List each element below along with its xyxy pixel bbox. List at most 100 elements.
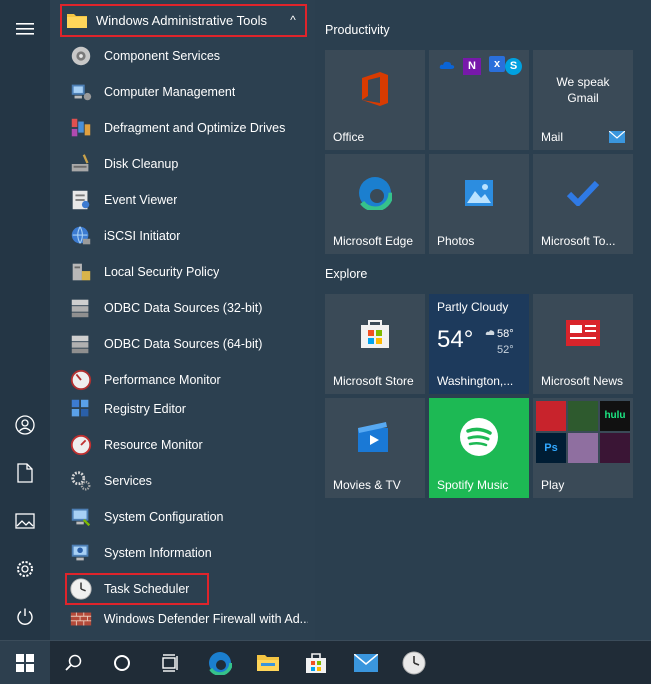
power-icon bbox=[17, 608, 33, 625]
movies-tv-tile[interactable]: Movies & TV bbox=[325, 398, 425, 498]
spotify-icon bbox=[460, 418, 498, 456]
pictures-button[interactable] bbox=[0, 498, 50, 544]
app-list-item-label: Local Security Policy bbox=[104, 265, 220, 279]
app-list-item[interactable]: Disk Cleanup bbox=[68, 146, 308, 182]
performance-monitor-icon bbox=[68, 367, 94, 393]
app-list-item-label: System Configuration bbox=[104, 510, 224, 524]
edge-label: Microsoft Edge bbox=[333, 234, 414, 248]
app-list-item-label: Registry Editor bbox=[104, 402, 186, 416]
app-list-item-label: Resource Monitor bbox=[104, 438, 203, 452]
app-list-item[interactable]: ODBC Data Sources (32-bit) bbox=[68, 290, 308, 326]
microsoft-store-tile[interactable]: Microsoft Store bbox=[325, 294, 425, 394]
play-tile[interactable]: hulu Ps Play bbox=[533, 398, 633, 498]
windows-logo-icon bbox=[16, 654, 34, 672]
user-icon bbox=[15, 415, 35, 435]
microsoft-edge-tile[interactable]: Microsoft Edge bbox=[325, 154, 425, 254]
taskbar-task-scheduler-button[interactable] bbox=[390, 641, 438, 684]
iscsi-icon bbox=[68, 223, 94, 249]
edge-icon bbox=[358, 176, 392, 210]
taskbar bbox=[0, 640, 651, 684]
firewall-icon bbox=[68, 606, 94, 632]
office-tile[interactable]: Office bbox=[325, 50, 425, 150]
skype-icon: S bbox=[505, 58, 522, 75]
weather-low: 52° bbox=[497, 344, 514, 356]
security-policy-icon bbox=[68, 259, 94, 285]
task-view-icon bbox=[162, 654, 178, 672]
weather-high: 58° bbox=[497, 328, 514, 340]
app-list-item[interactable]: Event Viewer bbox=[68, 182, 308, 218]
onedrive-icon bbox=[439, 61, 455, 69]
microsoft-todo-tile[interactable]: Microsoft To... bbox=[533, 154, 633, 254]
app-list-item-label: iSCSI Initiator bbox=[104, 229, 181, 243]
app-list-item[interactable]: Component Services bbox=[68, 38, 308, 74]
app-list-item[interactable]: Resource Monitor bbox=[68, 427, 308, 463]
app-list-item-label: Defragment and Optimize Drives bbox=[104, 121, 286, 135]
app-list-item-label: Component Services bbox=[104, 49, 221, 63]
computer-management-icon bbox=[68, 79, 94, 105]
onenote-icon: N bbox=[463, 58, 481, 75]
mail-envelope-icon bbox=[354, 654, 378, 672]
mail-promo-line1: We speak bbox=[556, 75, 610, 89]
mail-envelope-icon bbox=[609, 131, 625, 143]
cortana-button[interactable] bbox=[98, 641, 146, 684]
photoshop-icon: Ps bbox=[536, 433, 566, 463]
app-list-item[interactable]: System Configuration bbox=[68, 499, 308, 535]
app-list-item[interactable]: Defragment and Optimize Drives bbox=[68, 110, 308, 146]
search-icon bbox=[65, 654, 82, 671]
defrag-icon bbox=[68, 115, 94, 141]
account-button[interactable] bbox=[0, 402, 50, 448]
app-list-item-label: Windows Defender Firewall with Ad... bbox=[103, 612, 308, 626]
app-list-item-label: System Information bbox=[104, 546, 212, 560]
gear-icon bbox=[17, 561, 33, 577]
taskbar-edge-button[interactable] bbox=[196, 641, 244, 684]
weather-tile[interactable]: Partly Cloudy 54° 58° 52° Washington,... bbox=[429, 294, 529, 394]
photos-tile[interactable]: Photos bbox=[429, 154, 529, 254]
services-gear-icon bbox=[68, 468, 94, 494]
weather-location: Washington,... bbox=[437, 374, 514, 388]
app-list-item[interactable]: Services bbox=[68, 463, 308, 499]
expand-menu-button[interactable] bbox=[0, 6, 50, 52]
registry-editor-icon bbox=[68, 396, 94, 422]
app-list-item[interactable]: Windows Defender Firewall with Ad... bbox=[68, 601, 308, 637]
app-list-item[interactable]: iSCSI Initiator bbox=[68, 218, 308, 254]
app-list-item[interactable]: ODBC Data Sources (64-bit) bbox=[68, 326, 308, 362]
start-button[interactable] bbox=[0, 641, 50, 684]
search-button[interactable] bbox=[50, 641, 98, 684]
spotify-tile[interactable]: Spotify Music bbox=[429, 398, 529, 498]
office-icon bbox=[362, 72, 388, 106]
microsoft-news-tile[interactable]: Microsoft News bbox=[533, 294, 633, 394]
app-list-item[interactable]: Local Security Policy bbox=[68, 254, 308, 290]
cloud-icon bbox=[485, 330, 495, 335]
task-view-button[interactable] bbox=[146, 641, 194, 684]
app-list-item[interactable]: Registry Editor bbox=[68, 391, 308, 427]
edge-icon bbox=[208, 651, 232, 675]
clock-icon bbox=[402, 651, 426, 675]
taskbar-file-explorer-button[interactable] bbox=[244, 641, 292, 684]
dolby-icon bbox=[600, 433, 630, 463]
power-button[interactable] bbox=[0, 594, 50, 640]
explore-group-label: Explore bbox=[325, 267, 368, 281]
app-list-item[interactable]: Computer Management bbox=[68, 74, 308, 110]
documents-button[interactable] bbox=[0, 450, 50, 496]
store-label: Microsoft Store bbox=[333, 374, 414, 388]
start-menu-rail bbox=[0, 0, 50, 640]
productivity-apps-tile[interactable]: N x S bbox=[429, 50, 529, 150]
app-list-item[interactable]: System Information bbox=[68, 535, 308, 571]
movies-tv-label: Movies & TV bbox=[333, 478, 401, 492]
taskbar-store-button[interactable] bbox=[292, 641, 340, 684]
checkmark-icon bbox=[567, 180, 599, 206]
resource-monitor-icon bbox=[68, 432, 94, 458]
hamburger-icon bbox=[16, 23, 34, 35]
solitaire-icon bbox=[568, 401, 598, 431]
settings-button[interactable] bbox=[0, 546, 50, 592]
taskbar-mail-button[interactable] bbox=[342, 641, 390, 684]
tiles-panel: Productivity Office N x S We speak Gmail… bbox=[315, 0, 651, 640]
productivity-group-label: Productivity bbox=[325, 23, 390, 37]
photos-label: Photos bbox=[437, 234, 475, 248]
mail-tile[interactable]: We speak Gmail Mail bbox=[533, 50, 633, 150]
mail-label: Mail bbox=[541, 130, 564, 144]
app-list-item-label: ODBC Data Sources (64-bit) bbox=[104, 337, 263, 351]
store-bag-icon bbox=[306, 653, 326, 673]
component-services-icon bbox=[68, 43, 94, 69]
odbc-icon bbox=[68, 295, 94, 321]
